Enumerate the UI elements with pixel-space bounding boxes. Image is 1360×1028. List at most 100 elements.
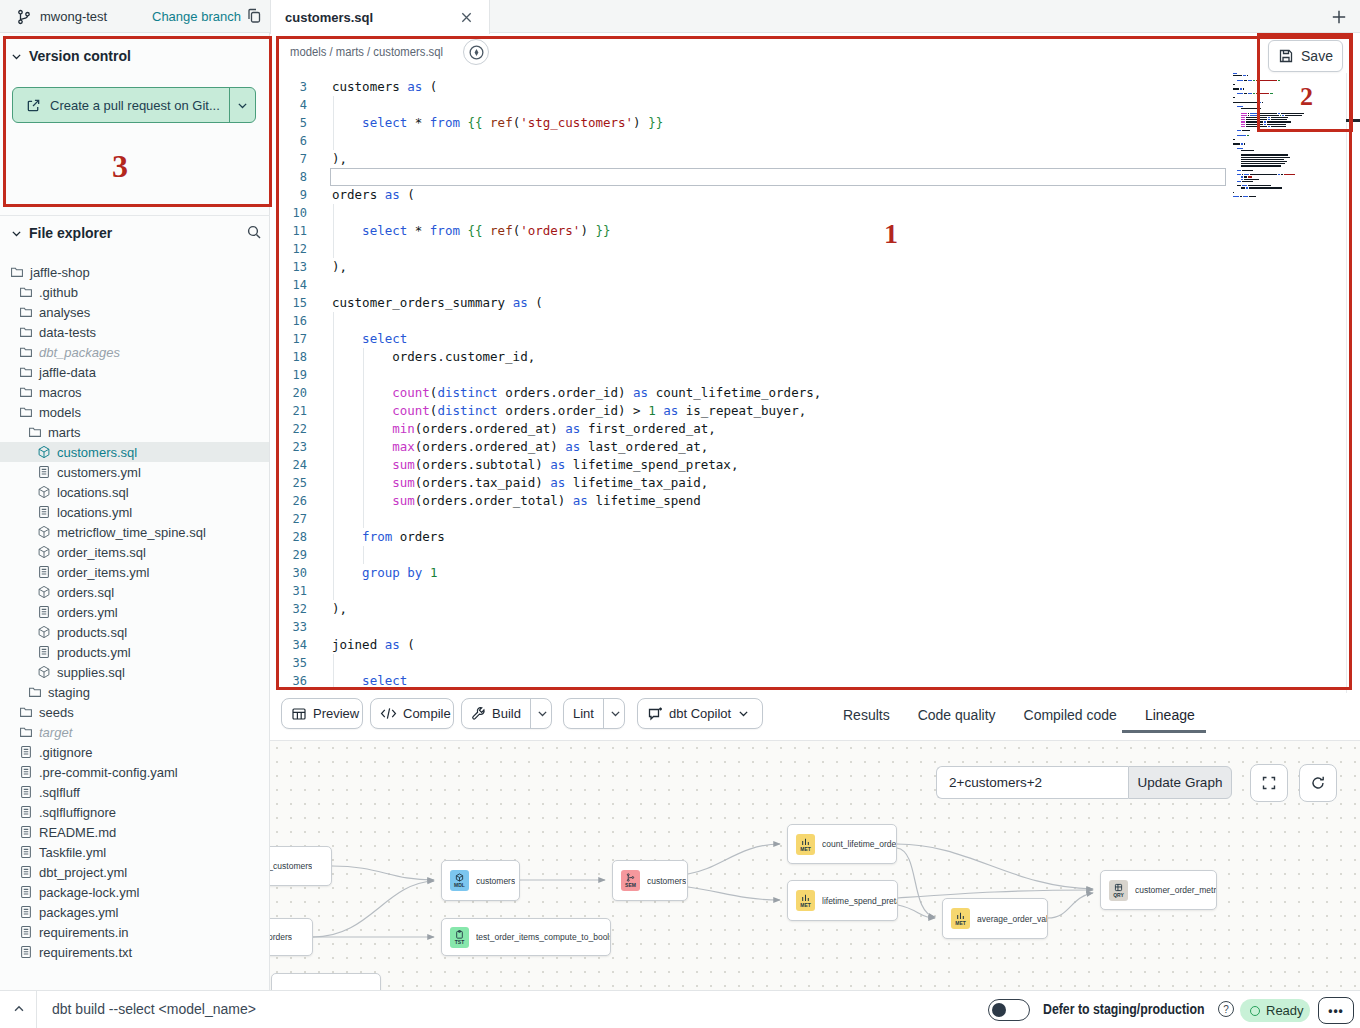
code-line-11[interactable]: 11 select * from {{ ref('orders') }}	[271, 222, 1360, 240]
close-icon[interactable]	[460, 11, 473, 24]
file-row-models[interactable]: models	[0, 402, 269, 422]
lineage-node-test_node[interactable]: TSTtest_order_items_compute_to_bools...	[441, 918, 611, 956]
code-line-4[interactable]: 4	[271, 96, 1360, 114]
split-caret[interactable]	[603, 699, 628, 728]
file-row-staging[interactable]: staging	[0, 682, 269, 702]
file-row-.pre-commit-config.yaml[interactable]: .pre-commit-config.yaml	[0, 762, 269, 782]
code-line-28[interactable]: 28 from orders	[271, 528, 1360, 546]
code-line-9[interactable]: 9orders as (	[271, 186, 1360, 204]
update-graph-button[interactable]: Update Graph	[1128, 766, 1232, 799]
button-main[interactable]: dbt Copilot	[638, 699, 759, 728]
file-row-.gitignore[interactable]: .gitignore	[0, 742, 269, 762]
create-pull-request-main[interactable]: Create a pull request on Git...	[13, 88, 229, 122]
file-row-package-lock.yml[interactable]: package-lock.yml	[0, 882, 269, 902]
lineage-node-customers_mdl[interactable]: MDLcustomers	[441, 860, 520, 901]
file-row-data-tests[interactable]: data-tests	[0, 322, 269, 342]
code-line-34[interactable]: 34joined as (	[271, 636, 1360, 654]
code-line-27[interactable]: 27	[271, 510, 1360, 528]
lineage-node-stg_customers[interactable]: MDLstg_customers	[270, 846, 332, 886]
code-line-14[interactable]: 14	[271, 276, 1360, 294]
file-row-supplies.sql[interactable]: supplies.sql	[0, 662, 269, 682]
file-row-jaffle-data[interactable]: jaffle-data	[0, 362, 269, 382]
file-row-marts[interactable]: marts	[0, 422, 269, 442]
chevron-up-icon[interactable]	[12, 1002, 26, 1016]
code-line-30[interactable]: 30 group by 1	[271, 564, 1360, 582]
file-explorer-header[interactable]: File explorer	[10, 225, 112, 241]
preview-button[interactable]: Preview	[281, 698, 363, 729]
file-row-locations.sql[interactable]: locations.sql	[0, 482, 269, 502]
code-line-35[interactable]: 35	[271, 654, 1360, 672]
version-control-header[interactable]: Version control	[10, 48, 131, 64]
lineage-node-partial[interactable]	[271, 973, 381, 990]
save-button[interactable]: Save	[1268, 40, 1343, 72]
code-line-23[interactable]: 23 max(orders.ordered_at) as last_ordere…	[271, 438, 1360, 456]
file-row-macros[interactable]: macros	[0, 382, 269, 402]
lineage-node-orders[interactable]: MDLorders	[270, 918, 313, 956]
tab-results[interactable]: Results	[843, 707, 890, 723]
lineage-node-lifetime_spend_pretax[interactable]: METlifetime_spend_pretax	[787, 880, 898, 921]
file-row-products.yml[interactable]: products.yml	[0, 642, 269, 662]
button-main[interactable]: Build	[462, 699, 530, 728]
file-row-dbt_project.yml[interactable]: dbt_project.yml	[0, 862, 269, 882]
search-icon[interactable]	[246, 224, 262, 240]
code-line-33[interactable]: 33	[271, 618, 1360, 636]
code-line-25[interactable]: 25 sum(orders.tax_paid) as lifetime_tax_…	[271, 474, 1360, 492]
button-main[interactable]: Lint	[564, 699, 603, 728]
file-row-.sqlfluff[interactable]: .sqlfluff	[0, 782, 269, 802]
file-row-orders.sql[interactable]: orders.sql	[0, 582, 269, 602]
code-line-24[interactable]: 24 sum(orders.subtotal) as lifetime_spen…	[271, 456, 1360, 474]
tab-lineage[interactable]: Lineage	[1145, 707, 1195, 723]
pr-button-caret[interactable]	[229, 88, 255, 122]
tab-code-quality[interactable]: Code quality	[918, 707, 996, 723]
code-line-12[interactable]: 12	[271, 240, 1360, 258]
file-row-requirements.in[interactable]: requirements.in	[0, 922, 269, 942]
code-line-8[interactable]: 8	[271, 168, 1360, 186]
tab-compiled-code[interactable]: Compiled code	[1024, 707, 1117, 723]
refresh-button[interactable]	[1299, 764, 1337, 802]
file-row-requirements.txt[interactable]: requirements.txt	[0, 942, 269, 962]
lineage-node-customer_order_metrics[interactable]: QRYcustomer_order_metrics	[1100, 870, 1217, 910]
fullscreen-button[interactable]	[1250, 764, 1288, 802]
file-row-packages.yml[interactable]: packages.yml	[0, 902, 269, 922]
compile-button[interactable]: Compile	[370, 698, 454, 729]
code-line-26[interactable]: 26 sum(orders.order_total) as lifetime_s…	[271, 492, 1360, 510]
lineage-node-average_order_value[interactable]: METaverage_order_value	[942, 898, 1048, 939]
change-branch-link[interactable]: Change branch	[152, 0, 241, 33]
lineage-node-customers_sem[interactable]: SEMcustomers	[612, 860, 688, 901]
create-pull-request-button[interactable]: Create a pull request on Git...	[12, 87, 256, 123]
code-line-31[interactable]: 31	[271, 582, 1360, 600]
copy-icon[interactable]	[246, 8, 262, 24]
command-text[interactable]: dbt build --select <model_name>	[52, 1001, 256, 1017]
code-line-5[interactable]: 5 select * from {{ ref('stg_customers') …	[271, 114, 1360, 132]
dbt-copilot-button[interactable]: dbt Copilot	[637, 698, 763, 729]
lineage-panel[interactable]: Update Graph MDLstg_customers MDLorders MD…	[270, 740, 1360, 990]
file-row-order_items.yml[interactable]: order_items.yml	[0, 562, 269, 582]
build-button[interactable]: Build	[461, 698, 552, 729]
file-row-seeds[interactable]: seeds	[0, 702, 269, 722]
file-row-analyses[interactable]: analyses	[0, 302, 269, 322]
file-row-products.sql[interactable]: products.sql	[0, 622, 269, 642]
lineage-node-count_lifetime_orders[interactable]: METcount_lifetime_orders	[787, 824, 897, 864]
lint-button[interactable]: Lint	[563, 698, 625, 729]
tab-customers-sql[interactable]: customers.sql	[270, 0, 490, 34]
more-options-button[interactable]: •••	[1318, 997, 1354, 1024]
code-line-19[interactable]: 19	[271, 366, 1360, 384]
code-line-22[interactable]: 22 min(orders.ordered_at) as first_order…	[271, 420, 1360, 438]
code-line-7[interactable]: 7),	[271, 150, 1360, 168]
code-line-13[interactable]: 13),	[271, 258, 1360, 276]
file-row-target[interactable]: target	[0, 722, 269, 742]
code-line-17[interactable]: 17 select	[271, 330, 1360, 348]
lineage-selector-input[interactable]	[936, 766, 1128, 799]
file-row-customers.sql[interactable]: customers.sql	[0, 442, 269, 462]
split-caret[interactable]	[530, 699, 555, 728]
code-line-6[interactable]: 6	[271, 132, 1360, 150]
help-icon[interactable]: ?	[1218, 1001, 1234, 1017]
code-line-32[interactable]: 32),	[271, 600, 1360, 618]
button-main[interactable]: Compile	[371, 699, 460, 728]
file-row-jaffle-shop[interactable]: jaffle-shop	[0, 262, 269, 282]
code-line-3[interactable]: 3customers as (	[271, 78, 1360, 96]
code-line-16[interactable]: 16	[271, 312, 1360, 330]
file-row-locations.yml[interactable]: locations.yml	[0, 502, 269, 522]
new-tab-button[interactable]	[1326, 4, 1352, 30]
code-line-10[interactable]: 10	[271, 204, 1360, 222]
